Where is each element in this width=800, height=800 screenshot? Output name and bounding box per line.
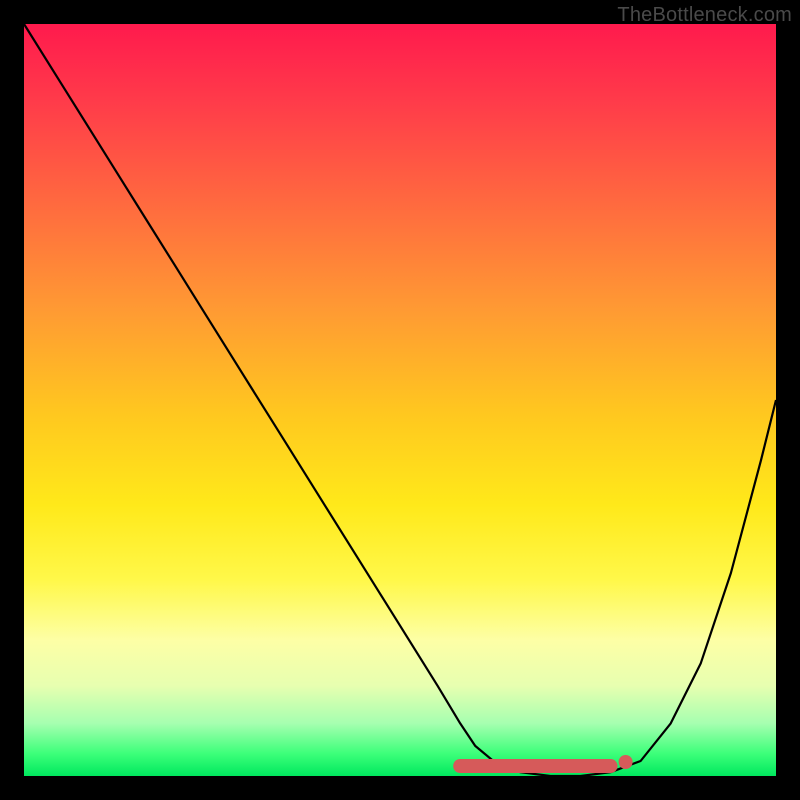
bottleneck-curve — [24, 24, 776, 776]
chart-frame: TheBottleneck.com — [0, 0, 800, 800]
attribution-text: TheBottleneck.com — [617, 4, 792, 27]
optimal-point-marker — [619, 755, 633, 769]
gradient-plot-area — [24, 24, 776, 776]
curve-layer — [24, 24, 776, 776]
